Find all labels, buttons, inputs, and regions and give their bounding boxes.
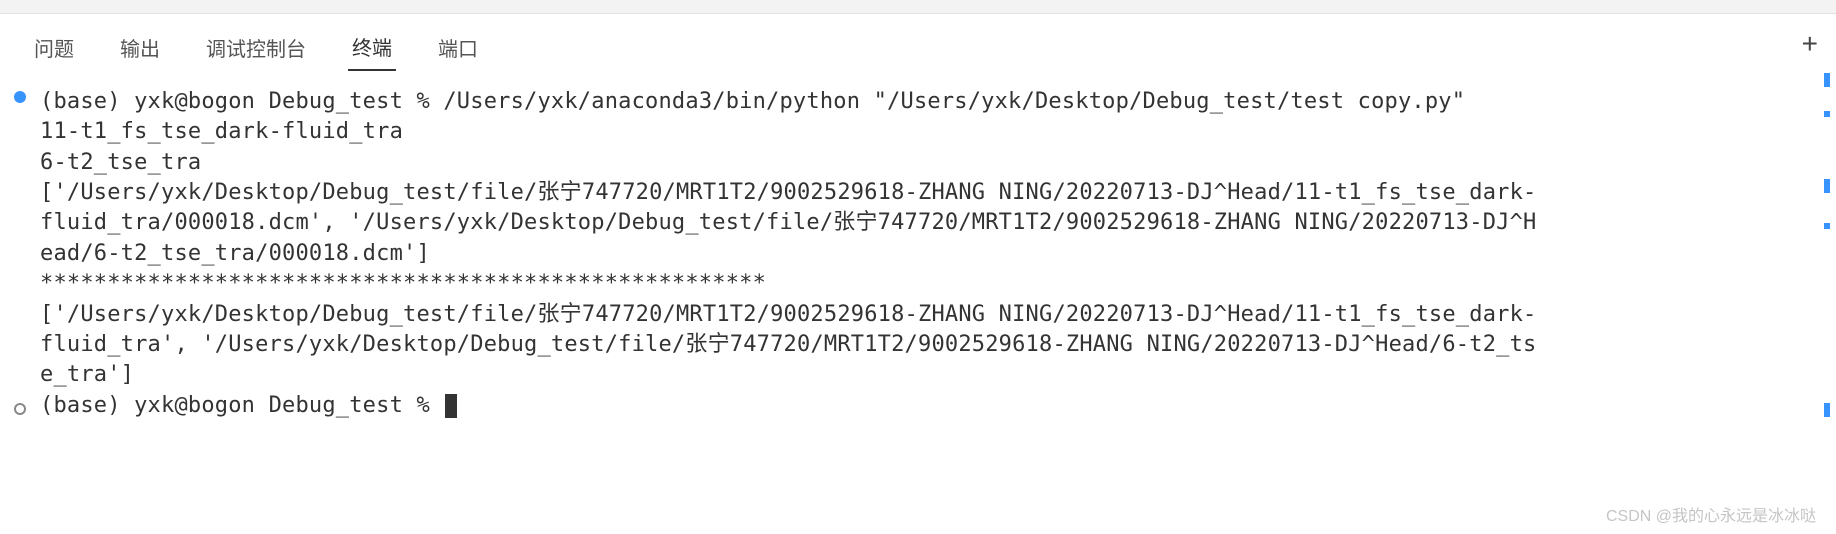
prompt-text: (base) yxk@bogon Debug_test % (40, 393, 443, 418)
watermark-text: CSDN @我的心永远是冰冰哒 (1606, 502, 1816, 526)
tab-problems[interactable]: 问题 (30, 25, 78, 70)
ruler-mark-icon (1824, 403, 1830, 417)
ruler-mark-icon (1824, 179, 1830, 193)
prompt-marker-icon (14, 403, 26, 415)
output-line: ****************************************… (40, 271, 766, 296)
panel-tabs: 问题 输出 调试控制台 终端 端口 + (0, 14, 1836, 71)
command-text: /Users/yxk/anaconda3/bin/python "/Users/… (443, 89, 1465, 114)
overview-ruler (1816, 73, 1836, 423)
output-line: ['/Users/yxk/Desktop/Debug_test/file/张宁7… (40, 180, 1536, 266)
output-line: 11-t1_fs_tse_dark-fluid_tra (40, 119, 403, 144)
prompt-text: (base) yxk@bogon Debug_test % (40, 89, 443, 114)
terminal-panel[interactable]: (base) yxk@bogon Debug_test % /Users/yxk… (0, 71, 1836, 421)
ruler-mark-icon (1824, 223, 1830, 229)
ruler-mark-icon (1824, 73, 1830, 87)
terminal-gutter (10, 87, 30, 421)
output-line: ['/Users/yxk/Desktop/Debug_test/file/张宁7… (40, 302, 1536, 388)
tab-debug-console[interactable]: 调试控制台 (202, 25, 310, 70)
terminal-content[interactable]: (base) yxk@bogon Debug_test % /Users/yxk… (30, 87, 1826, 421)
ruler-mark-icon (1824, 111, 1830, 117)
output-line: 6-t2_tse_tra (40, 150, 201, 175)
command-marker-icon (14, 91, 26, 103)
top-edge-bar (0, 0, 1836, 14)
tab-ports[interactable]: 端口 (434, 25, 482, 70)
tab-output[interactable]: 输出 (116, 25, 164, 70)
new-terminal-icon[interactable]: + (1802, 28, 1818, 60)
tab-terminal[interactable]: 终端 (348, 24, 396, 71)
cursor-icon (445, 394, 457, 418)
